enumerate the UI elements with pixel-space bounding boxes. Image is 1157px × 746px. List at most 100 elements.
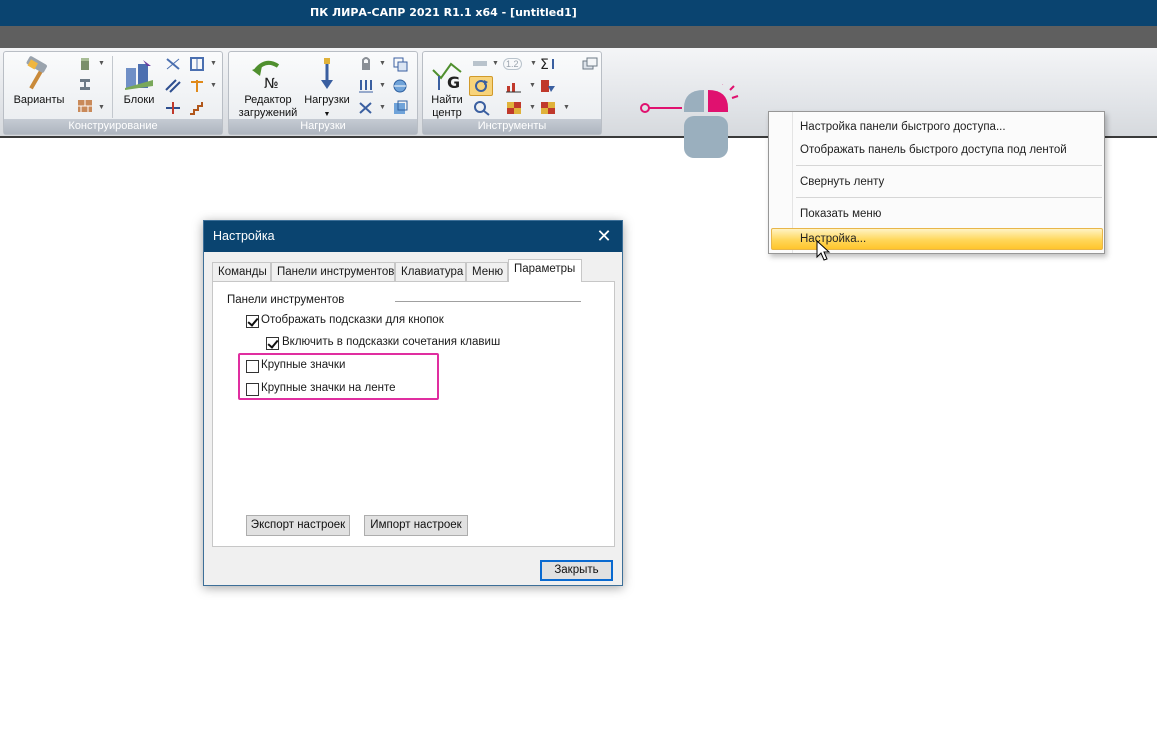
beam-icon[interactable]	[76, 76, 94, 92]
group-label-construction: Конструирование	[4, 119, 222, 134]
grid-plus-icon[interactable]	[164, 100, 182, 116]
chevron-down-icon[interactable]: ▼	[210, 82, 217, 89]
blocks-label: Блоки	[123, 94, 155, 106]
close-button[interactable]: Закрыть	[540, 560, 613, 581]
export-settings-button[interactable]: Экспорт настроек	[246, 515, 350, 536]
colors-icon[interactable]	[505, 100, 523, 116]
export-table-icon[interactable]	[539, 78, 557, 94]
shortcut-keys-checkbox[interactable]	[266, 337, 279, 350]
loads-button[interactable]: Нагрузки ▼	[301, 56, 353, 121]
show-tooltips-checkbox[interactable]	[246, 315, 259, 328]
ribbon-group-construction: Варианты ▼ ▼ Блоки ▼ ▼ Конструирование	[3, 51, 223, 135]
menu-item-show-menu[interactable]: Показать меню	[800, 204, 881, 224]
parameters-panel: Панели инструментов Отображать подсказки…	[212, 281, 615, 547]
large-icons-checkbox[interactable]	[246, 360, 259, 373]
ruler-icon[interactable]	[471, 56, 489, 72]
mouse-cursor-icon	[816, 239, 832, 265]
window-title: ПК ЛИРА-САПР 2021 R1.1 x64 - [untitled1]	[310, 6, 577, 19]
menu-item-qat-settings[interactable]: Настройка панели быстрого доступа...	[800, 117, 1006, 137]
find-center-label-1: Найти	[431, 94, 463, 106]
brick-wall-icon[interactable]	[76, 98, 94, 114]
hatch-icon[interactable]	[164, 78, 182, 94]
ribbon-group-tools: G Найти центр ▼ 1.2 ▼ Σ ▼ ▼ ▼ Инструмент…	[422, 51, 602, 135]
find-center-icon: G	[432, 62, 462, 92]
blocks-icon	[125, 60, 153, 90]
numeric-12-label: 1.2	[503, 58, 522, 70]
tab-toolbars[interactable]: Панели инструментов	[271, 262, 395, 281]
large-ribbon-icons-checkbox[interactable]	[246, 383, 259, 396]
load-arrow-icon	[321, 58, 333, 89]
variants-button[interactable]: Варианты	[10, 56, 68, 107]
chevron-down-icon[interactable]: ▼	[563, 104, 570, 111]
find-center-label-2: центр	[432, 107, 462, 119]
tab-commands[interactable]: Команды	[212, 262, 271, 281]
window-stack-icon[interactable]	[581, 56, 599, 72]
large-icons-label: Крупные значки	[261, 359, 346, 371]
group-label-loads: Нагрузки	[229, 119, 417, 134]
sigma-icon[interactable]: Σ	[539, 56, 557, 73]
right-click-mouse-icon	[636, 79, 746, 164]
group-label-tools: Инструменты	[423, 119, 601, 134]
globe-load-icon[interactable]	[391, 78, 409, 94]
ribbon-context-menu: Настройка панели быстрого доступа... Ото…	[768, 111, 1105, 254]
menu-item-customize[interactable]: Настройка...	[800, 229, 866, 249]
lock-icon[interactable]	[357, 56, 375, 72]
settings-dialog: Настройка ✕ Команды Панели инструментов …	[203, 220, 623, 586]
numeric-12-icon[interactable]: 1.2	[503, 56, 531, 72]
svg-text:Σ: Σ	[540, 57, 549, 72]
load-editor-label-1: Редактор	[244, 94, 292, 106]
menu-separator	[796, 197, 1102, 198]
tools-icon[interactable]	[357, 100, 375, 116]
copy-load-icon[interactable]	[391, 56, 409, 72]
tab-parameters[interactable]: Параметры	[508, 259, 582, 282]
chevron-down-icon[interactable]: ▼	[98, 60, 105, 67]
menu-item-qat-below-ribbon[interactable]: Отображать панель быстрого доступа под л…	[800, 140, 1067, 160]
loads-label: Нагрузки	[304, 94, 350, 106]
chevron-down-icon[interactable]: ▼	[379, 104, 386, 111]
rotate-view-button[interactable]	[469, 76, 493, 96]
variants-label: Варианты	[13, 94, 65, 106]
chevron-down-icon[interactable]: ▼	[324, 111, 331, 118]
chevron-down-icon[interactable]: ▼	[98, 104, 105, 111]
chevron-down-icon[interactable]: ▼	[379, 82, 386, 89]
load-editor-button[interactable]: № Редактор загружений	[233, 56, 303, 120]
show-tooltips-label: Отображать подсказки для кнопок	[261, 314, 444, 326]
rotate-icon	[475, 80, 488, 92]
chevron-down-icon[interactable]: ▼	[492, 60, 499, 67]
import-settings-button[interactable]: Импорт настроек	[364, 515, 468, 536]
dialog-title-bar: Настройка	[204, 221, 622, 252]
close-icon[interactable]: ✕	[594, 221, 614, 252]
pin-icon[interactable]	[188, 78, 206, 94]
quick-access-strip	[0, 26, 1157, 48]
stairs-icon[interactable]	[188, 100, 206, 116]
settings-load-icon[interactable]	[391, 100, 409, 116]
palette-icon[interactable]	[539, 100, 557, 116]
title-bar: ПК ЛИРА-САПР 2021 R1.1 x64 - [untitled1]	[0, 0, 1157, 26]
axes-icon[interactable]	[164, 56, 182, 72]
chevron-down-icon[interactable]: ▼	[529, 82, 536, 89]
load-editor-icon: №	[252, 60, 280, 92]
blocks-button[interactable]: Блоки	[116, 56, 162, 107]
chevron-down-icon[interactable]: ▼	[379, 60, 386, 67]
frame-icon[interactable]	[188, 56, 206, 72]
section-title: Панели инструментов	[227, 294, 345, 306]
chevron-down-icon[interactable]: ▼	[530, 60, 537, 67]
svg-text:G: G	[447, 73, 460, 92]
tab-menu[interactable]: Меню	[466, 262, 508, 281]
chevron-down-icon[interactable]: ▼	[529, 104, 536, 111]
column-icon[interactable]	[76, 56, 94, 72]
shortcut-keys-label: Включить в подсказки сочетания клавиш	[282, 336, 501, 348]
find-center-button[interactable]: G Найти центр	[426, 56, 468, 120]
chevron-down-icon[interactable]: ▼	[210, 60, 217, 67]
chart-bar-icon[interactable]	[505, 78, 523, 94]
dialog-title: Настройка	[213, 229, 275, 243]
tab-keyboard[interactable]: Клавиатура	[395, 262, 466, 281]
menu-item-collapse-ribbon[interactable]: Свернуть ленту	[800, 172, 884, 192]
group-separator	[112, 56, 113, 118]
zoom-icon[interactable]	[473, 100, 491, 116]
section-divider	[395, 301, 581, 302]
menu-separator	[796, 165, 1102, 166]
distributed-load-icon[interactable]	[357, 78, 375, 94]
ribbon-group-loads: № Редактор загружений Нагрузки ▼ ▼ ▼ ▼ Н…	[228, 51, 418, 135]
hammer-icon	[26, 56, 47, 90]
